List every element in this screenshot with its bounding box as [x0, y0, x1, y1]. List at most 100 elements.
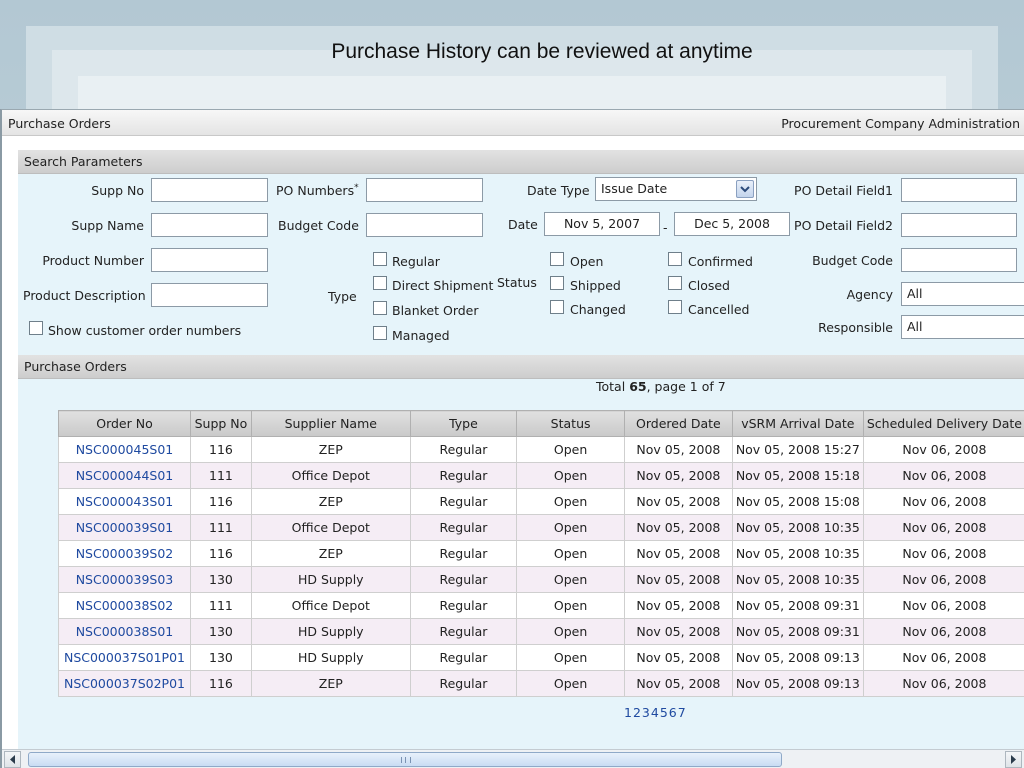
app-window: Purchase Orders Procurement Company Admi… [0, 109, 1024, 768]
status-closed-label: Closed [688, 278, 730, 293]
arrival-date-cell: Nov 05, 2008 15:08 [731, 488, 864, 515]
order-no-link[interactable]: NSC000038S02 [58, 592, 191, 619]
column-header[interactable]: Ordered Date [623, 410, 733, 437]
scrollbar-thumb[interactable] [28, 752, 782, 767]
type-cell: Regular [409, 514, 518, 541]
order-no-link[interactable]: NSC000039S03 [58, 566, 191, 593]
status-changed-label: Changed [570, 302, 626, 317]
order-no-link[interactable]: NSC000039S02 [58, 540, 191, 567]
page-link-5[interactable]: 5 [660, 705, 669, 720]
agency-select[interactable]: All [901, 282, 1024, 306]
page-link-7[interactable]: 7 [678, 705, 687, 720]
table-row: NSC000038S02 111 Office Depot Regular Op… [58, 592, 1024, 619]
budget-code-2-label: Budget Code [812, 253, 893, 268]
page-link-2[interactable]: 2 [633, 705, 642, 720]
page-link-3[interactable]: 3 [642, 705, 651, 720]
page-link-1[interactable]: 1 [624, 705, 633, 720]
pagination: 1234567 [624, 705, 687, 720]
status-cell: Open [516, 540, 625, 567]
status-open-label: Open [570, 254, 604, 269]
date-to-input[interactable]: Dec 5, 2008 [674, 212, 790, 236]
type-managed-checkbox[interactable] [373, 326, 387, 340]
status-cell: Open [516, 592, 625, 619]
chevron-down-icon[interactable] [736, 180, 754, 198]
date-type-select[interactable]: Issue Date [595, 177, 757, 201]
type-blanket-order-checkbox[interactable] [373, 301, 387, 315]
product-description-input[interactable] [151, 283, 268, 307]
type-label: Type [328, 289, 357, 304]
type-cell: Regular [409, 540, 518, 567]
table-row: NSC000045S01 116 ZEP Regular Open Nov 05… [58, 436, 1024, 463]
type-cell: Regular [409, 618, 518, 645]
table-row: NSC000037S01P01 130 HD Supply Regular Op… [58, 644, 1024, 671]
ordered-date-cell: Nov 05, 2008 [623, 540, 733, 567]
delivery-date-cell: Nov 06, 2008 [862, 592, 1024, 619]
status-cancelled-checkbox[interactable] [668, 300, 682, 314]
table-header-row: Order No Supp No Supplier Name Type Stat… [58, 410, 1024, 437]
type-direct-shipment-label: Direct Shipment [392, 278, 494, 293]
column-header[interactable]: Supplier Name [250, 410, 411, 437]
po-detail-field2-label: PO Detail Field2 [794, 218, 893, 233]
column-header[interactable]: Status [516, 410, 625, 437]
type-cell: Regular [409, 436, 518, 463]
type-regular-label: Regular [392, 254, 440, 269]
po-detail-field2-input[interactable] [901, 213, 1017, 237]
responsible-value: All [907, 319, 923, 334]
order-no-link[interactable]: NSC000043S01 [58, 488, 191, 515]
status-changed-checkbox[interactable] [550, 300, 564, 314]
order-no-link[interactable]: NSC000044S01 [58, 462, 191, 489]
budget-code-label: Budget Code [278, 218, 359, 233]
arrow-left-icon[interactable] [4, 751, 21, 768]
arrival-date-cell: Nov 05, 2008 10:35 [731, 540, 864, 567]
page-link-6[interactable]: 6 [669, 705, 678, 720]
current-page: 1 [689, 379, 698, 394]
po-detail-field1-label: PO Detail Field1 [794, 183, 893, 198]
status-open-checkbox[interactable] [550, 252, 564, 266]
delivery-date-cell: Nov 06, 2008 [862, 436, 1024, 463]
column-header[interactable]: Order No [58, 410, 191, 437]
ordered-date-cell: Nov 05, 2008 [623, 592, 733, 619]
page-link-4[interactable]: 4 [651, 705, 660, 720]
arrival-date-cell: Nov 05, 2008 09:31 [731, 592, 864, 619]
status-confirmed-checkbox[interactable] [668, 252, 682, 266]
column-header[interactable]: Scheduled Delivery Date [862, 410, 1024, 437]
product-description-label: Product Description [23, 288, 146, 303]
show-customer-order-numbers-checkbox[interactable] [29, 321, 43, 335]
table-row: NSC000037S02P01 116 ZEP Regular Open Nov… [58, 670, 1024, 697]
type-direct-shipment-checkbox[interactable] [373, 276, 387, 290]
procurement-admin-link[interactable]: Procurement Company Administration [781, 116, 1020, 131]
column-header[interactable]: Type [409, 410, 518, 437]
table-row: NSC000039S03 130 HD Supply Regular Open … [58, 566, 1024, 593]
supp-no-cell: 111 [189, 514, 252, 541]
arrow-right-icon[interactable] [1005, 751, 1022, 768]
show-customer-order-numbers-label: Show customer order numbers [48, 323, 242, 338]
table-row: NSC000044S01 111 Office Depot Regular Op… [58, 462, 1024, 489]
supplier-name-cell: Office Depot [250, 592, 411, 619]
status-cell: Open [516, 618, 625, 645]
type-regular-checkbox[interactable] [373, 252, 387, 266]
status-cell: Open [516, 566, 625, 593]
budget-code-input[interactable] [366, 213, 483, 237]
order-no-link[interactable]: NSC000039S01 [58, 514, 191, 541]
product-number-input[interactable] [151, 248, 268, 272]
horizontal-scrollbar[interactable] [2, 749, 1024, 768]
supp-no-input[interactable] [151, 178, 268, 202]
delivery-date-cell: Nov 06, 2008 [862, 540, 1024, 567]
order-no-link[interactable]: NSC000037S01P01 [58, 644, 191, 671]
status-shipped-checkbox[interactable] [550, 276, 564, 290]
po-detail-field1-input[interactable] [901, 178, 1017, 202]
po-numbers-input[interactable] [366, 178, 483, 202]
status-closed-checkbox[interactable] [668, 276, 682, 290]
column-header[interactable]: Supp No [189, 410, 252, 437]
order-no-link[interactable]: NSC000038S01 [58, 618, 191, 645]
supp-name-input[interactable] [151, 213, 268, 237]
product-number-label: Product Number [42, 253, 144, 268]
order-no-link[interactable]: NSC000045S01 [58, 436, 191, 463]
date-from-input[interactable]: Nov 5, 2007 [544, 212, 660, 236]
budget-code-2-input[interactable] [901, 248, 1017, 272]
page-title: Purchase Orders [8, 116, 111, 131]
responsible-select[interactable]: All [901, 315, 1024, 339]
column-header[interactable]: vSRM Arrival Date [731, 410, 864, 437]
supplier-name-cell: ZEP [250, 436, 411, 463]
order-no-link[interactable]: NSC000037S02P01 [58, 670, 191, 697]
